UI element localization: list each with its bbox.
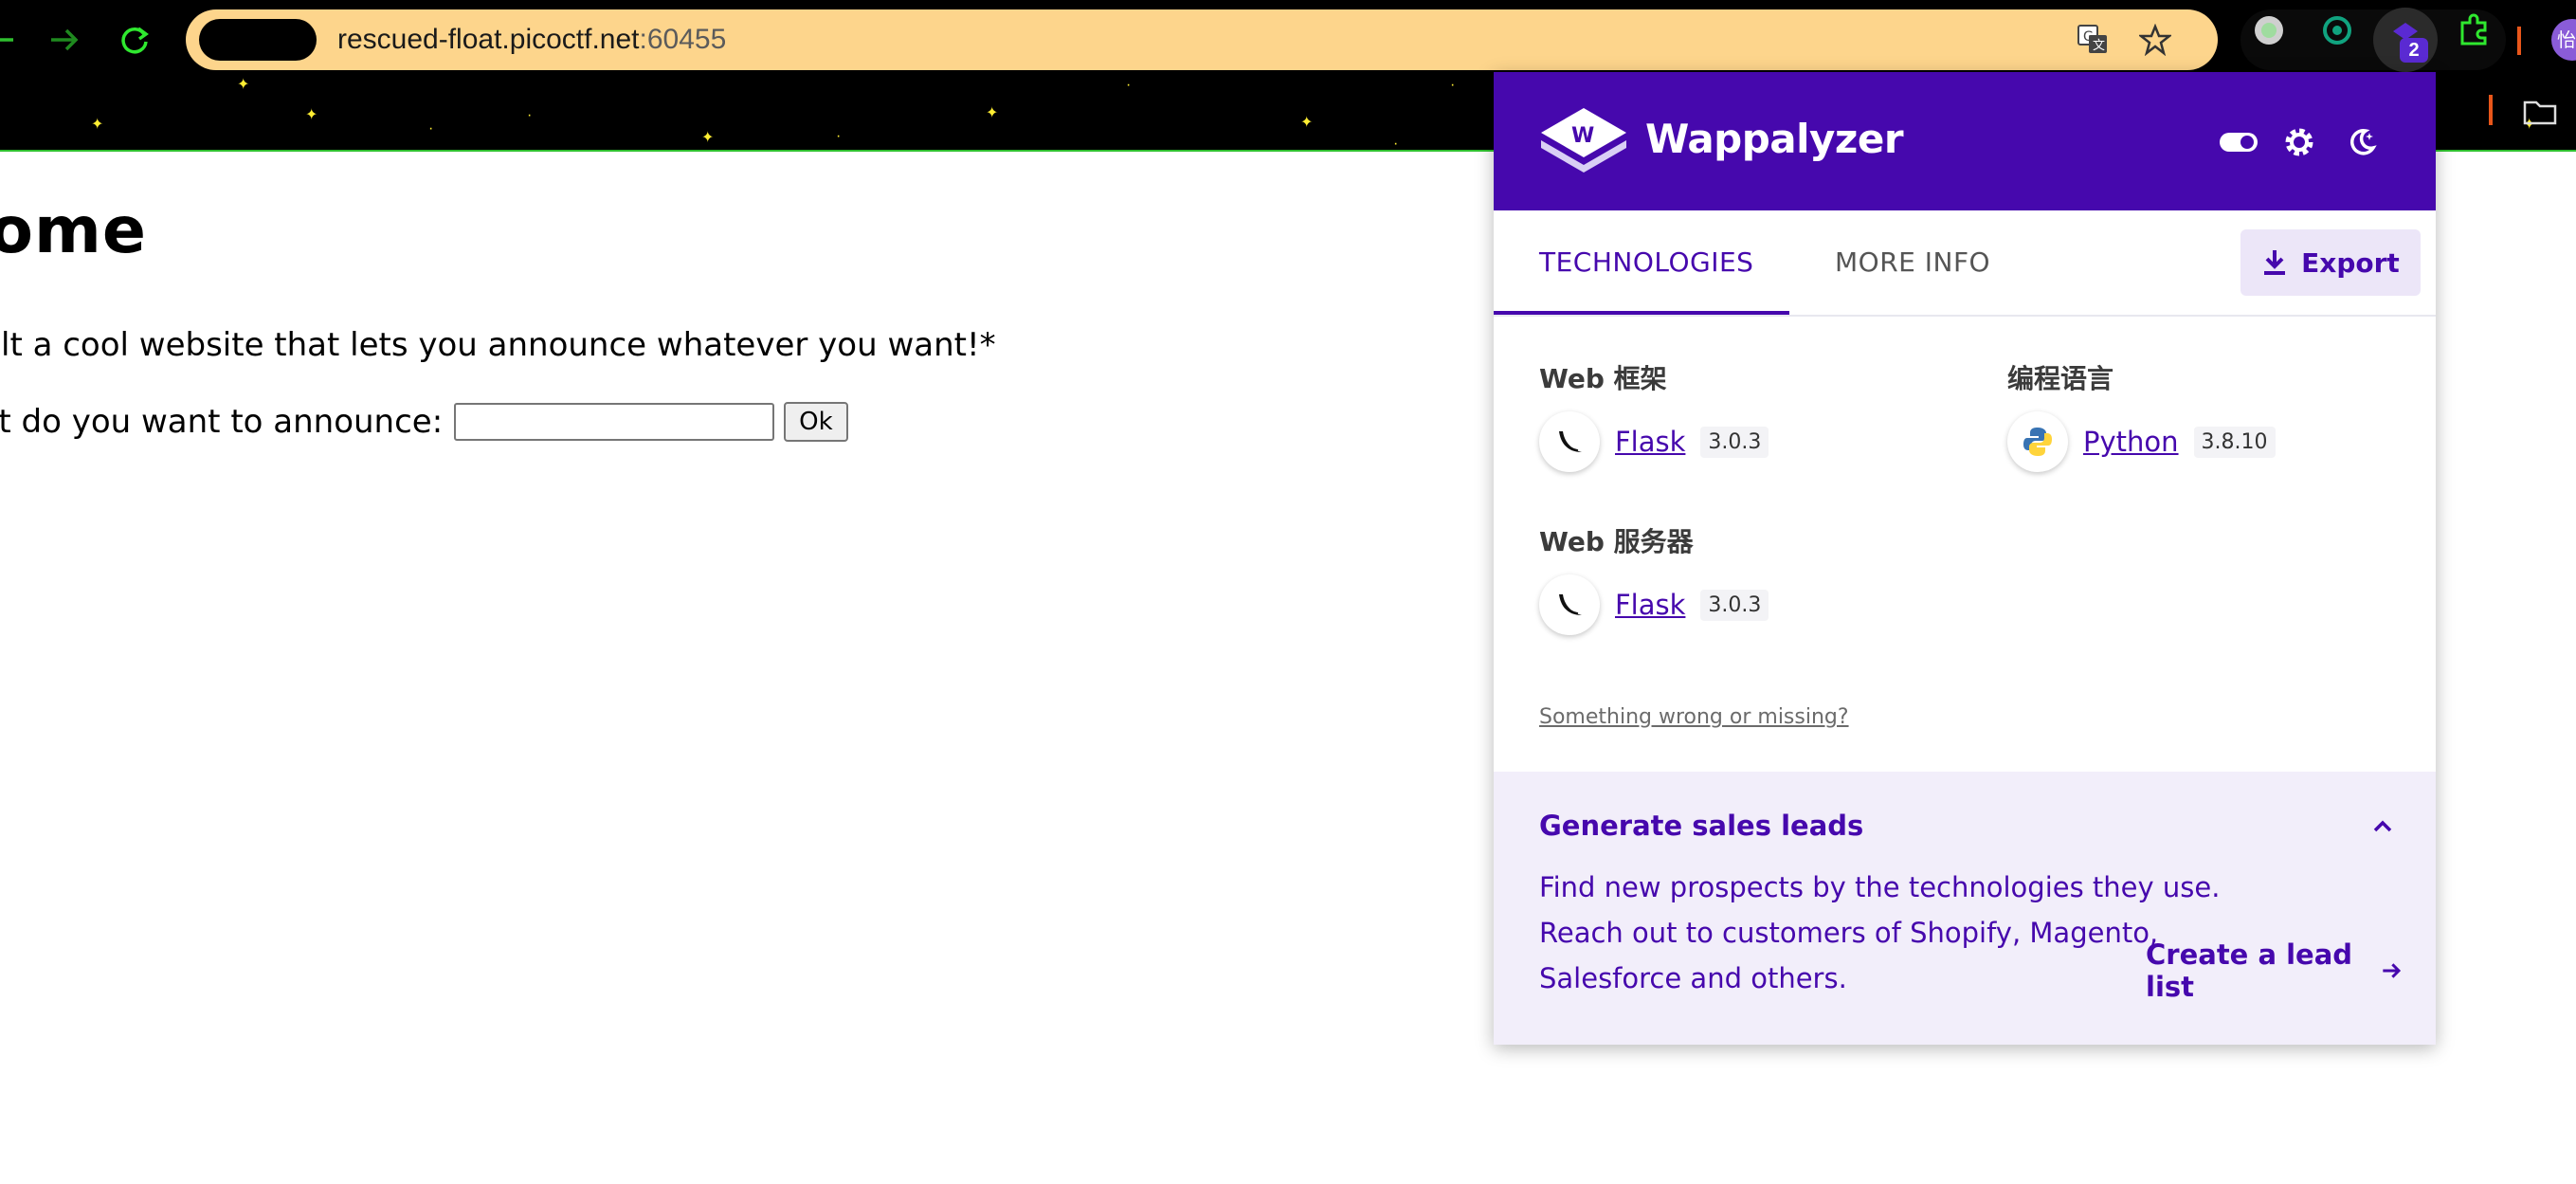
tech-version: 3.8.10 — [2193, 426, 2276, 458]
translate-icon[interactable]: G文 — [2074, 21, 2112, 59]
leads-title[interactable]: Generate sales leads — [1539, 810, 1863, 842]
tech-item: Flask 3.0.3 — [1539, 574, 1769, 635]
flask-icon — [1539, 574, 1600, 635]
arrow-right-icon — [2383, 963, 2402, 978]
tech-link-flask[interactable]: Flask — [1615, 426, 1685, 458]
tech-item: Python 3.8.10 — [2007, 411, 2276, 472]
star-decoration: · — [428, 120, 434, 137]
star-decoration: ✦ — [986, 105, 999, 121]
wappalyzer-logo-icon: W — [1537, 102, 1630, 182]
star-decoration: ✦ — [91, 117, 104, 133]
svg-text:文: 文 — [2093, 39, 2105, 53]
bookmark-divider — [2489, 95, 2493, 125]
ok-button[interactable]: Ok — [784, 402, 848, 442]
python-icon — [2007, 411, 2068, 472]
forward-arrow-icon[interactable] — [42, 17, 87, 63]
bookmark-star-icon[interactable] — [2136, 21, 2174, 59]
toolbar-divider — [2517, 27, 2521, 55]
announce-label: nat do you want to announce: — [0, 403, 444, 441]
puzzle-extension-icon[interactable] — [2455, 11, 2493, 49]
popup-header: W Wappalyzer — [1494, 72, 2436, 210]
star-decoration: ✦ — [1300, 115, 1314, 131]
reload-icon[interactable] — [112, 17, 157, 63]
star-decoration: · — [1393, 136, 1399, 152]
toggle-icon[interactable] — [2218, 121, 2259, 163]
star-decoration: ✦ — [701, 130, 715, 146]
dark-mode-icon[interactable] — [2341, 121, 2383, 163]
cta-label: Create a lead list — [2146, 938, 2353, 1003]
star-decoration: · — [527, 107, 533, 123]
star-decoration: · — [1450, 77, 1456, 93]
gear-icon[interactable] — [2278, 121, 2320, 163]
profile-avatar[interactable]: 怡 — [2551, 19, 2576, 61]
tech-link-flask[interactable]: Flask — [1615, 589, 1685, 621]
svg-text:W: W — [1571, 124, 1594, 148]
export-label: Export — [2301, 246, 2400, 279]
active-tab-indicator — [1494, 311, 1789, 315]
address-bar[interactable]: rescued-float.picoctf.net:60455 G文 — [186, 9, 2218, 70]
url-text[interactable]: rescued-float.picoctf.net:60455 — [337, 21, 726, 59]
brand-name: Wappalyzer — [1645, 116, 1904, 162]
star-decoration: ✦ — [237, 77, 250, 93]
chatgpt-extension-icon[interactable] — [2318, 11, 2356, 49]
announce-input[interactable] — [454, 403, 775, 441]
tab-more-info[interactable]: MORE INFO — [1835, 210, 1990, 315]
site-info-chip[interactable] — [199, 19, 317, 61]
extension-badge: 2 — [2400, 38, 2428, 63]
tech-version: 3.0.3 — [1700, 589, 1769, 621]
tech-link-python[interactable]: Python — [2083, 426, 2179, 458]
report-missing-link[interactable]: Something wrong or missing? — [1539, 705, 1849, 729]
page-title: lome — [0, 193, 147, 268]
export-button[interactable]: Export — [2240, 229, 2421, 296]
star-decoration: ✦ — [305, 107, 318, 123]
tech-item: Flask 3.0.3 — [1539, 411, 1769, 472]
announce-form: nat do you want to announce: Ok — [0, 398, 848, 446]
browser-toolbar: rescued-float.picoctf.net:60455 G文 2 怡 — [0, 0, 2576, 80]
category-title: 编程语言 — [2007, 363, 2114, 394]
create-lead-list-link[interactable]: Create a lead list — [2146, 938, 2404, 1003]
page-description: uilt a cool website that lets you announ… — [0, 326, 996, 364]
profile-initial: 怡 — [2557, 28, 2576, 51]
tab-technologies[interactable]: TECHNOLOGIES — [1539, 210, 1753, 315]
wappalyzer-popup: W Wappalyzer TECHNOLOGIES MORE INFO Expo… — [1494, 72, 2436, 1045]
apps-grid-icon[interactable] — [0, 97, 9, 129]
tech-version: 3.0.3 — [1700, 426, 1769, 458]
category-title: Web 服务器 — [1539, 526, 1694, 557]
back-arrow-icon[interactable] — [0, 17, 23, 63]
star-decoration: · — [836, 128, 842, 144]
extension-circle-icon[interactable] — [2250, 11, 2288, 49]
download-icon — [2264, 250, 2286, 275]
category-title: Web 框架 — [1539, 363, 1667, 394]
star-decoration: · — [1126, 77, 1132, 93]
bookmark-folder-icon[interactable] — [2521, 93, 2559, 131]
flask-icon — [1539, 411, 1600, 472]
chevron-up-icon[interactable] — [2366, 810, 2400, 844]
